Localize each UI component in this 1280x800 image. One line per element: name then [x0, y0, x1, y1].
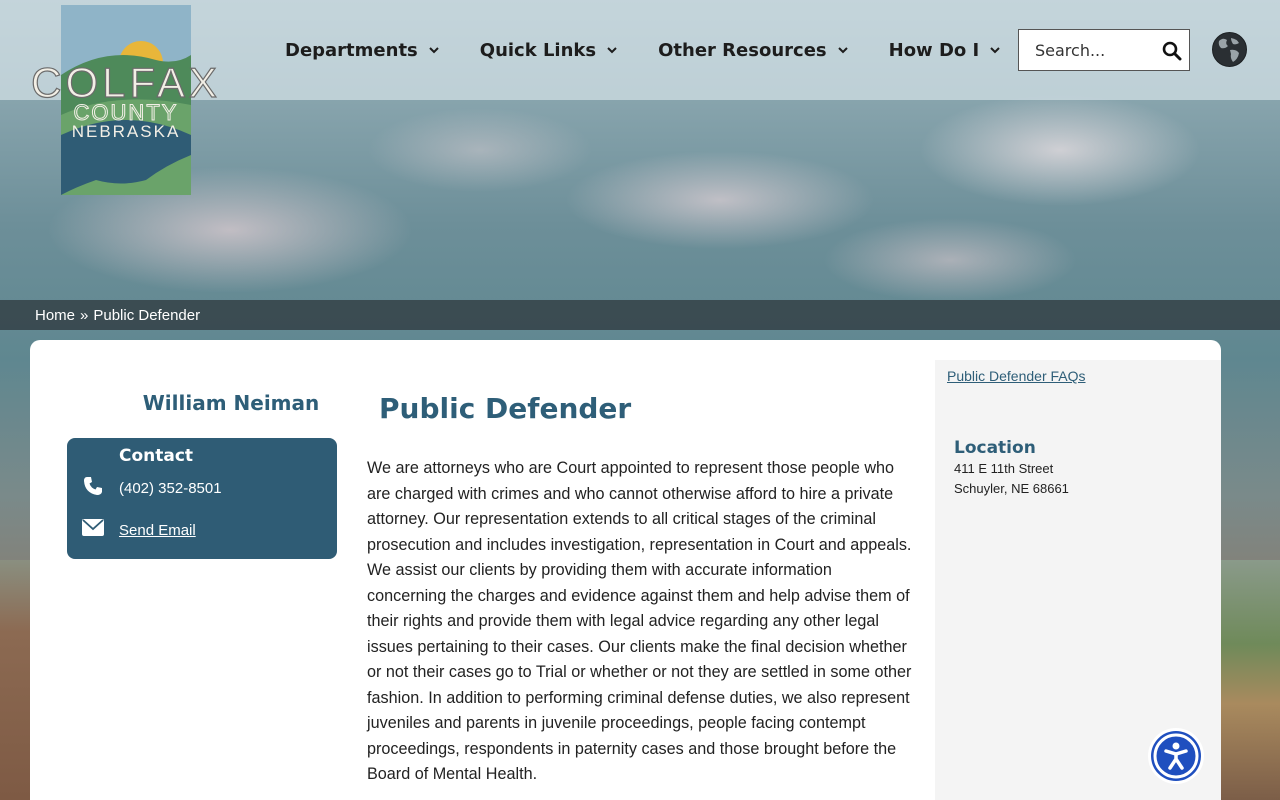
nav-how-do-i[interactable]: How Do I	[889, 36, 1002, 64]
nav-quick-links[interactable]: Quick Links	[480, 36, 618, 64]
search-box	[1018, 29, 1190, 71]
page-body-text: We are attorneys who are Court appointed…	[367, 459, 912, 783]
logo-state: NEBRASKA	[72, 122, 181, 141]
location-title: Location	[954, 438, 1036, 458]
accessibility-button[interactable]	[1148, 728, 1204, 784]
send-email-link[interactable]: Send Email	[119, 522, 196, 539]
phone-icon	[84, 477, 102, 495]
breadcrumb: Home » Public Defender	[0, 300, 1280, 330]
person-name: William Neiman	[142, 391, 320, 415]
breadcrumb-current: Public Defender	[93, 306, 201, 324]
faq-link[interactable]: Public Defender FAQs	[947, 368, 1086, 384]
contact-box: Contact (402) 352-8501 Send Email	[67, 438, 337, 559]
address-line-1: 411 E 11th Street	[954, 461, 1054, 476]
globe-icon[interactable]	[1211, 31, 1248, 68]
envelope-icon	[82, 519, 104, 536]
search-input[interactable]	[1019, 40, 1149, 60]
nav-quick-links-label: Quick Links	[479, 39, 597, 61]
nav-departments[interactable]: Departments	[285, 36, 440, 64]
accessibility-icon	[1151, 731, 1201, 781]
contact-phone[interactable]: (402) 352-8501	[119, 480, 222, 497]
nav-how-do-i-label: How Do I	[888, 39, 980, 61]
chevron-down-icon	[837, 47, 848, 54]
content-card: William Neiman Contact (402) 352-8501 Se…	[30, 340, 1221, 800]
nav-departments-label: Departments	[285, 39, 418, 61]
background-field-right	[1220, 560, 1280, 800]
page-title: Public Defender	[379, 392, 632, 425]
main-nav: Departments Quick Links Other Resources …	[285, 36, 1001, 64]
contact-title: Contact	[119, 446, 194, 466]
logo-name: COLFAX	[31, 59, 221, 106]
county-logo[interactable]: COLFAX COUNTY NEBRASKA	[26, 5, 226, 195]
chevron-down-icon	[607, 47, 617, 54]
nav-other-resources[interactable]: Other Resources	[658, 36, 849, 64]
address-line-2: Schuyler, NE 68661	[954, 481, 1069, 496]
chevron-down-icon	[990, 47, 1000, 54]
search-icon[interactable]	[1162, 41, 1182, 61]
breadcrumb-home[interactable]: Home	[35, 307, 75, 324]
chevron-down-icon	[429, 47, 439, 54]
nav-other-resources-label: Other Resources	[658, 39, 827, 61]
breadcrumb-separator: »	[80, 306, 89, 324]
